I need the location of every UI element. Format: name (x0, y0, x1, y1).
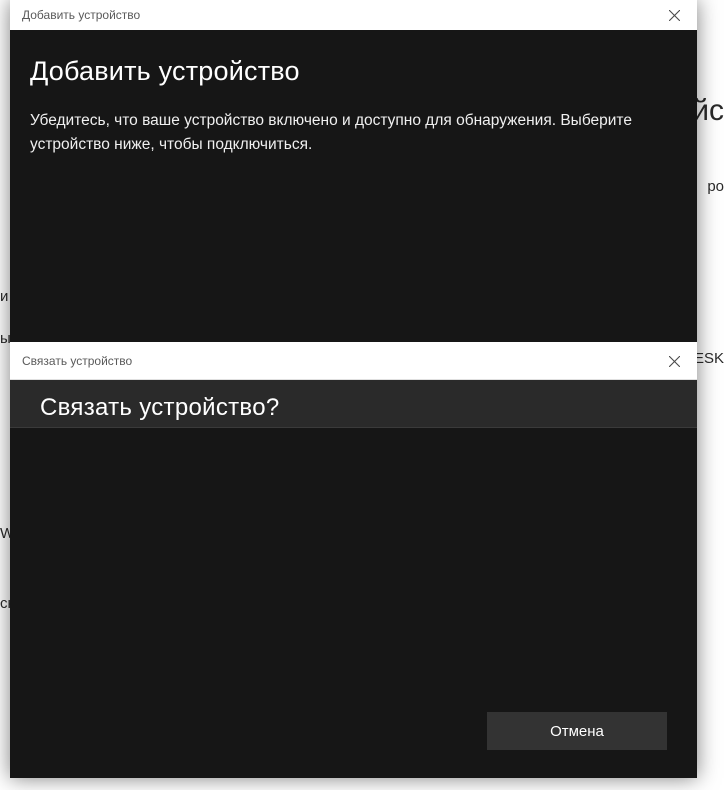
dialog-heading: Связать устройство? (40, 394, 667, 423)
dialog-body: Связать устройство? (10, 380, 697, 428)
dialog-titlebar-text: Добавить устройство (22, 8, 140, 22)
dialog-titlebar-text: Связать устройство (22, 354, 132, 368)
close-icon (669, 10, 680, 21)
dialog-titlebar: Добавить устройство (10, 0, 697, 30)
pair-device-dialog: Связать устройство Связать устройство? (10, 342, 697, 428)
close-button[interactable] (651, 0, 697, 30)
close-button[interactable] (651, 342, 697, 380)
dialog-titlebar: Связать устройство (10, 342, 697, 380)
cancel-button[interactable]: Отмена (487, 712, 667, 750)
close-icon (669, 356, 680, 367)
dialog-description: Убедитесь, что ваше устройство включено … (30, 109, 650, 157)
bg-text-fragment: ESK (694, 350, 724, 367)
bg-text-fragment: и (0, 288, 8, 305)
bg-text-fragment: ро (707, 178, 724, 195)
dialog-heading: Добавить устройство (30, 56, 677, 87)
